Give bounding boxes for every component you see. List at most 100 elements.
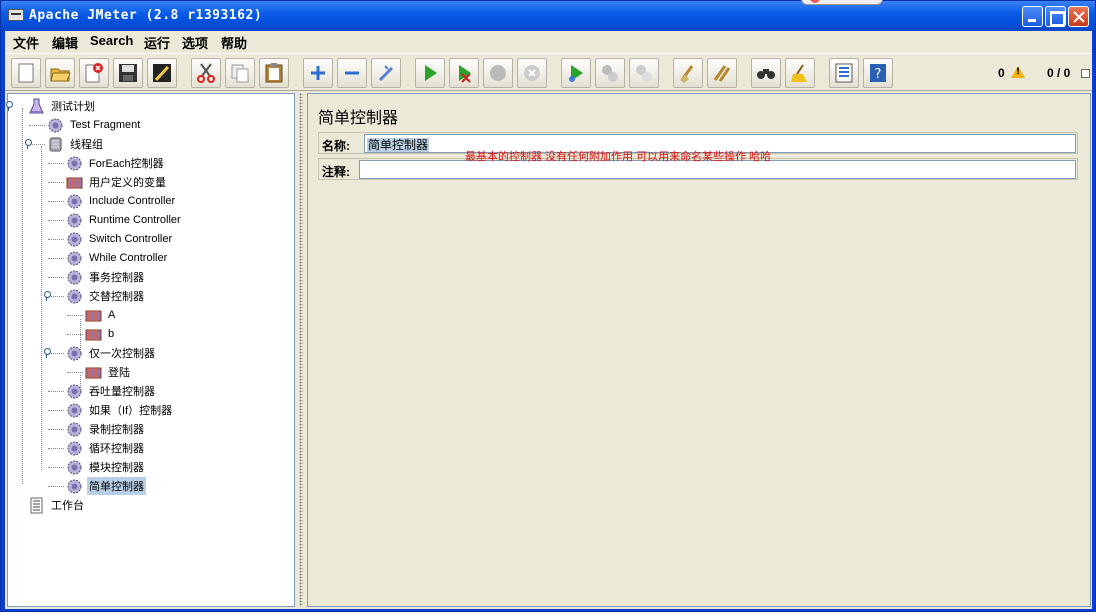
tree-node[interactable]: 吞吐量控制器 xyxy=(66,382,157,400)
start-no-pause-button[interactable] xyxy=(449,58,479,88)
tree-node[interactable]: 如果（If）控制器 xyxy=(66,401,174,419)
tree-connector-line xyxy=(48,429,64,430)
tree-connector-line xyxy=(48,258,64,259)
open-icon xyxy=(50,68,71,82)
save-button[interactable] xyxy=(113,58,143,88)
tree-node-label: b xyxy=(108,328,115,340)
open-button[interactable] xyxy=(45,58,75,88)
shutdown-button[interactable] xyxy=(517,58,547,88)
save-as-icon xyxy=(153,64,171,82)
menu-help[interactable]: 帮助 xyxy=(221,33,247,52)
tree-connector-line xyxy=(22,108,23,484)
tree-node[interactable]: Include Controller xyxy=(66,192,177,210)
tree-node[interactable]: A xyxy=(85,306,117,324)
tree-connector-line xyxy=(48,448,64,449)
tree-node-label: 交替控制器 xyxy=(89,291,144,303)
menu-run[interactable]: 运行 xyxy=(144,33,170,52)
tree-node[interactable]: 简单控制器 xyxy=(66,477,146,495)
tree-node[interactable]: 用户定义的变量 xyxy=(66,173,168,191)
copy-button[interactable] xyxy=(225,58,255,88)
tree-node[interactable]: 线程组 xyxy=(47,135,105,153)
menu-search[interactable]: Search xyxy=(90,33,133,48)
tree-node-label: Include Controller xyxy=(89,195,176,207)
maximize-button[interactable] xyxy=(1045,6,1066,27)
save-as-button[interactable] xyxy=(147,58,177,88)
controller-icon xyxy=(66,383,83,400)
controller-icon xyxy=(66,421,83,438)
tree-node-label: 仅一次控制器 xyxy=(89,348,155,360)
toggle-icon xyxy=(379,65,393,81)
stop-button[interactable] xyxy=(483,58,513,88)
comment-label: 注释: xyxy=(322,165,350,179)
reset-search-button[interactable] xyxy=(785,58,815,88)
tree-node-label: Runtime Controller xyxy=(89,214,181,226)
tree-node[interactable]: 仅一次控制器 xyxy=(66,344,157,362)
split-pane-divider[interactable] xyxy=(296,93,306,607)
test-plan-tree[interactable]: 测试计划 Test Fragment 线程组 ForEach控制器 用户定义的变量 Inc… xyxy=(4,93,295,607)
minimize-button[interactable] xyxy=(1022,6,1043,27)
tree-node[interactable]: Test Fragment xyxy=(47,116,142,134)
remote-shutdown-button[interactable] xyxy=(629,58,659,88)
controller-icon xyxy=(47,117,64,134)
tree-node-label: A xyxy=(108,309,116,321)
tree-node[interactable]: 录制控制器 xyxy=(66,420,146,438)
controller-icon xyxy=(66,193,83,210)
tree-node[interactable]: 循环控制器 xyxy=(66,439,146,457)
help-button[interactable]: ? xyxy=(863,58,893,88)
menu-edit[interactable]: 编辑 xyxy=(52,33,78,52)
tree-node[interactable]: 交替控制器 xyxy=(66,287,146,305)
plan-icon xyxy=(28,98,45,115)
tree-connector-line xyxy=(41,146,42,470)
search-button[interactable] xyxy=(751,58,781,88)
clear-all-icon xyxy=(713,65,731,82)
error-count: 0 xyxy=(998,66,1005,80)
tree-expand-toggle-icon[interactable] xyxy=(42,291,51,301)
paste-button[interactable] xyxy=(259,58,289,88)
tree-node-label: While Controller xyxy=(89,252,168,264)
start-button[interactable] xyxy=(415,58,445,88)
toggle-button[interactable] xyxy=(371,58,401,88)
tree-node[interactable]: 模块控制器 xyxy=(66,458,146,476)
controller-icon xyxy=(66,402,83,419)
title-bar[interactable]: Apache JMeter (2.8 r1393162) xyxy=(1,0,1095,31)
collapse-all-button[interactable] xyxy=(337,58,367,88)
tree-expand-toggle-icon[interactable] xyxy=(4,101,13,111)
close-file-button[interactable] xyxy=(79,58,109,88)
clear-button[interactable] xyxy=(673,58,703,88)
shutdown-icon xyxy=(524,65,540,81)
menu-file[interactable]: 文件 xyxy=(13,33,39,52)
new-button[interactable] xyxy=(11,58,41,88)
tree-connector-line xyxy=(48,391,64,392)
collapse-icon xyxy=(345,71,359,75)
tree-node[interactable]: ForEach控制器 xyxy=(66,154,166,172)
tree-node[interactable]: 工作台 xyxy=(28,496,86,514)
remote-stop-button[interactable] xyxy=(595,58,625,88)
function-helper-button[interactable] xyxy=(829,58,859,88)
tree-expand-toggle-icon[interactable] xyxy=(42,348,51,358)
warning-icon[interactable] xyxy=(1011,66,1025,78)
tree-node[interactable]: 事务控制器 xyxy=(66,268,146,286)
close-button[interactable] xyxy=(1068,6,1089,27)
tree-expand-toggle-icon[interactable] xyxy=(23,139,32,149)
tree-node[interactable]: Runtime Controller xyxy=(66,211,183,229)
start-icon xyxy=(425,65,437,81)
tree-connector-line xyxy=(48,163,64,164)
tree-node[interactable]: 登陆 xyxy=(85,363,132,381)
tree-node[interactable]: While Controller xyxy=(66,249,169,267)
tree-node-label: 吞吐量控制器 xyxy=(89,386,155,398)
tree-node[interactable]: 测试计划 xyxy=(28,97,97,115)
tree-node-label: Test Fragment xyxy=(70,119,141,131)
tree-connector-line xyxy=(48,201,64,202)
tree-node[interactable]: b xyxy=(85,325,116,343)
cut-button[interactable] xyxy=(191,58,221,88)
tree-node[interactable]: Switch Controller xyxy=(66,230,174,248)
close-file-icon xyxy=(85,63,103,83)
menu-options[interactable]: 选项 xyxy=(182,33,208,52)
tree-node-label: 简单控制器 xyxy=(87,477,146,495)
tree-node-label: 工作台 xyxy=(51,500,84,512)
remote-start-button[interactable] xyxy=(561,58,591,88)
clear-all-button[interactable] xyxy=(707,58,737,88)
expand-all-button[interactable] xyxy=(303,58,333,88)
cut-icon xyxy=(197,63,215,83)
java-app-icon xyxy=(8,9,24,21)
